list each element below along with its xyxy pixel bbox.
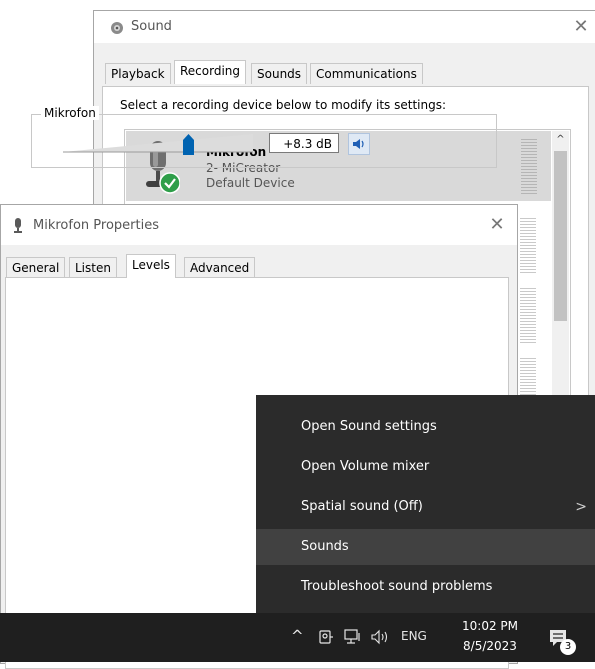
properties-window-title: Mikrofon Properties [33,218,159,233]
tab-communications[interactable]: Communications [310,63,423,84]
scroll-thumb[interactable] [554,151,567,321]
close-icon[interactable]: ✕ [569,15,593,39]
menu-item-label: Troubleshoot sound problems [301,579,493,594]
menu-item-troubleshoot[interactable]: Troubleshoot sound problems [256,569,595,605]
sound-window-title: Sound [131,19,172,34]
tab-recording[interactable]: Recording [174,60,247,84]
mute-button[interactable] [348,133,370,155]
device-status: Default Device [206,176,295,190]
menu-item-label: Spatial sound (Off) [301,499,423,514]
language-indicator[interactable]: ENG [401,629,427,643]
speaker-icon [353,139,364,149]
people-icon[interactable] [318,629,334,645]
recording-instruction: Select a recording device below to modif… [120,98,447,112]
network-icon[interactable] [344,629,362,645]
menu-item-open-volume-mixer[interactable]: Open Volume mixer [256,449,595,485]
tab-listen[interactable]: Listen [69,257,117,278]
sound-titlebar[interactable]: Sound ✕ [94,11,595,43]
notification-count-badge: 3 [560,639,576,655]
scroll-up-icon[interactable]: ^ [552,131,569,148]
tab-sounds[interactable]: Sounds [251,63,308,84]
tab-levels[interactable]: Levels [126,254,176,278]
level-meter [520,218,536,273]
level-meter [521,139,537,194]
menu-item-label: Open Sound settings [301,419,437,434]
properties-titlebar[interactable]: Mikrofon Properties ✕ [1,205,517,245]
tab-advanced[interactable]: Advanced [184,257,256,278]
menu-item-spatial-sound[interactable]: Spatial sound (Off) > [256,489,595,525]
level-value-field[interactable]: +8.3 dB [269,133,339,153]
menu-item-label: Open Volume mixer [301,459,430,474]
menu-item-label: Sounds [301,539,349,554]
level-meter [520,358,536,395]
sound-app-icon [111,22,123,34]
volume-icon[interactable] [371,629,391,645]
show-hidden-icons-chevron[interactable]: ^ [291,627,304,645]
level-group-label: Mikrofon [41,106,99,120]
taskbar: ^ ENG 10:02 PM 8/5/2023 3 [0,613,595,662]
tab-general[interactable]: General [6,257,66,278]
clock-date[interactable]: 8/5/2023 [455,639,525,653]
menu-item-sounds[interactable]: Sounds [256,529,595,565]
level-meter [520,288,536,343]
microphone-icon [14,218,22,233]
level-slider-track[interactable] [63,132,253,154]
chevron-right-icon: > [575,499,587,515]
menu-item-open-sound-settings[interactable]: Open Sound settings [256,409,595,445]
clock-time[interactable]: 10:02 PM [455,617,525,635]
close-icon[interactable]: ✕ [485,213,509,237]
level-slider-thumb[interactable] [182,134,194,155]
sound-context-menu: Open Sound settings Open Volume mixer Sp… [256,395,595,613]
tab-playback[interactable]: Playback [105,63,171,84]
